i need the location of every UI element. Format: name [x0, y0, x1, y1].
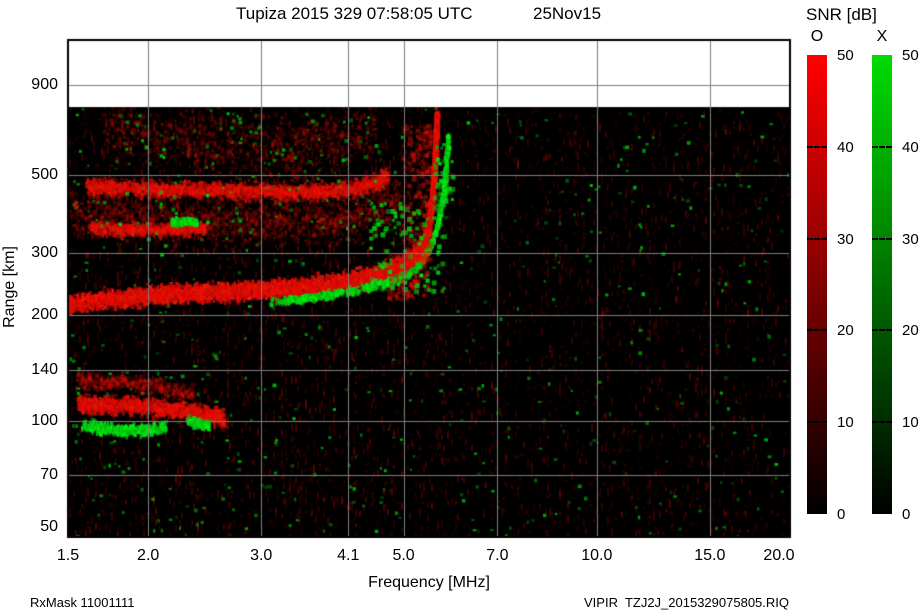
colorbar-tick-label: 0 [837, 506, 846, 523]
colorbar-tick-dash [807, 421, 827, 424]
x-tick-label: 15.0 [694, 547, 726, 564]
colorbar-tick-dash [872, 421, 892, 424]
y-tick-label: 900 [31, 76, 58, 94]
colorbar-tick-label: 30 [837, 230, 854, 248]
x-tick-label: 20.0 [763, 547, 795, 564]
colorbar-tick-label: 30 [902, 230, 919, 248]
page-title: Tupiza 2015 329 07:58:05 UTC [236, 4, 473, 23]
colorbar-tick-dash [872, 145, 892, 148]
snr-legend-title: SNR [dB] [806, 5, 877, 24]
colorbar-x-label: X [876, 28, 888, 45]
colorbar-tick-label: 50 [902, 47, 919, 64]
footer-rxmask: RxMask 11001111 [30, 595, 135, 610]
colorbar-o-label: O [810, 28, 824, 45]
x-tick-label: 4.1 [337, 547, 360, 564]
colorbar-tick-label: 40 [837, 138, 854, 156]
colorbar-tick-dash [807, 329, 827, 332]
colorbar-o-bar [807, 55, 827, 514]
colorbar-tick-label: 20 [837, 322, 854, 340]
ionogram-page: Tupiza 2015 329 07:58:05 UTC 25Nov15 SNR… [0, 0, 922, 614]
y-tick-label: 50 [40, 517, 58, 535]
colorbar-tick-dash [872, 329, 892, 332]
colorbar-tick-dash [872, 237, 892, 240]
colorbar-x-bar [872, 55, 892, 514]
y-axis-label: Range [km] [1, 246, 18, 328]
y-tick-label: 70 [40, 466, 58, 484]
colorbar-tick-label: 10 [837, 414, 854, 432]
colorbar-tick-dash [807, 237, 827, 240]
colorbar-tick-label: 20 [902, 322, 919, 340]
colorbar-tick-dash [807, 145, 827, 148]
footer-filename: VIPIR TZJ2J_2015329075805.RIQ [584, 595, 789, 610]
x-axis-label: Frequency [MHz] [368, 574, 490, 591]
x-tick-label: 7.0 [486, 547, 509, 564]
colorbar-tick-label: 10 [902, 414, 919, 432]
y-tick-label: 140 [31, 360, 58, 378]
colorbar-tick-label: 0 [902, 506, 911, 523]
x-tick-label: 3.0 [250, 547, 273, 564]
page-date: 25Nov15 [533, 4, 602, 23]
ionogram-heatmap-canvas [60, 32, 798, 545]
colorbar-tick-label: 50 [837, 47, 854, 64]
colorbar-tick-label: 40 [902, 138, 919, 156]
y-tick-label: 100 [31, 411, 58, 429]
x-tick-label: 2.0 [137, 547, 160, 564]
x-tick-label: 5.0 [392, 547, 415, 564]
x-tick-label: 10.0 [581, 547, 613, 564]
x-tick-label: 1.5 [56, 547, 80, 564]
y-tick-label: 500 [31, 166, 58, 184]
